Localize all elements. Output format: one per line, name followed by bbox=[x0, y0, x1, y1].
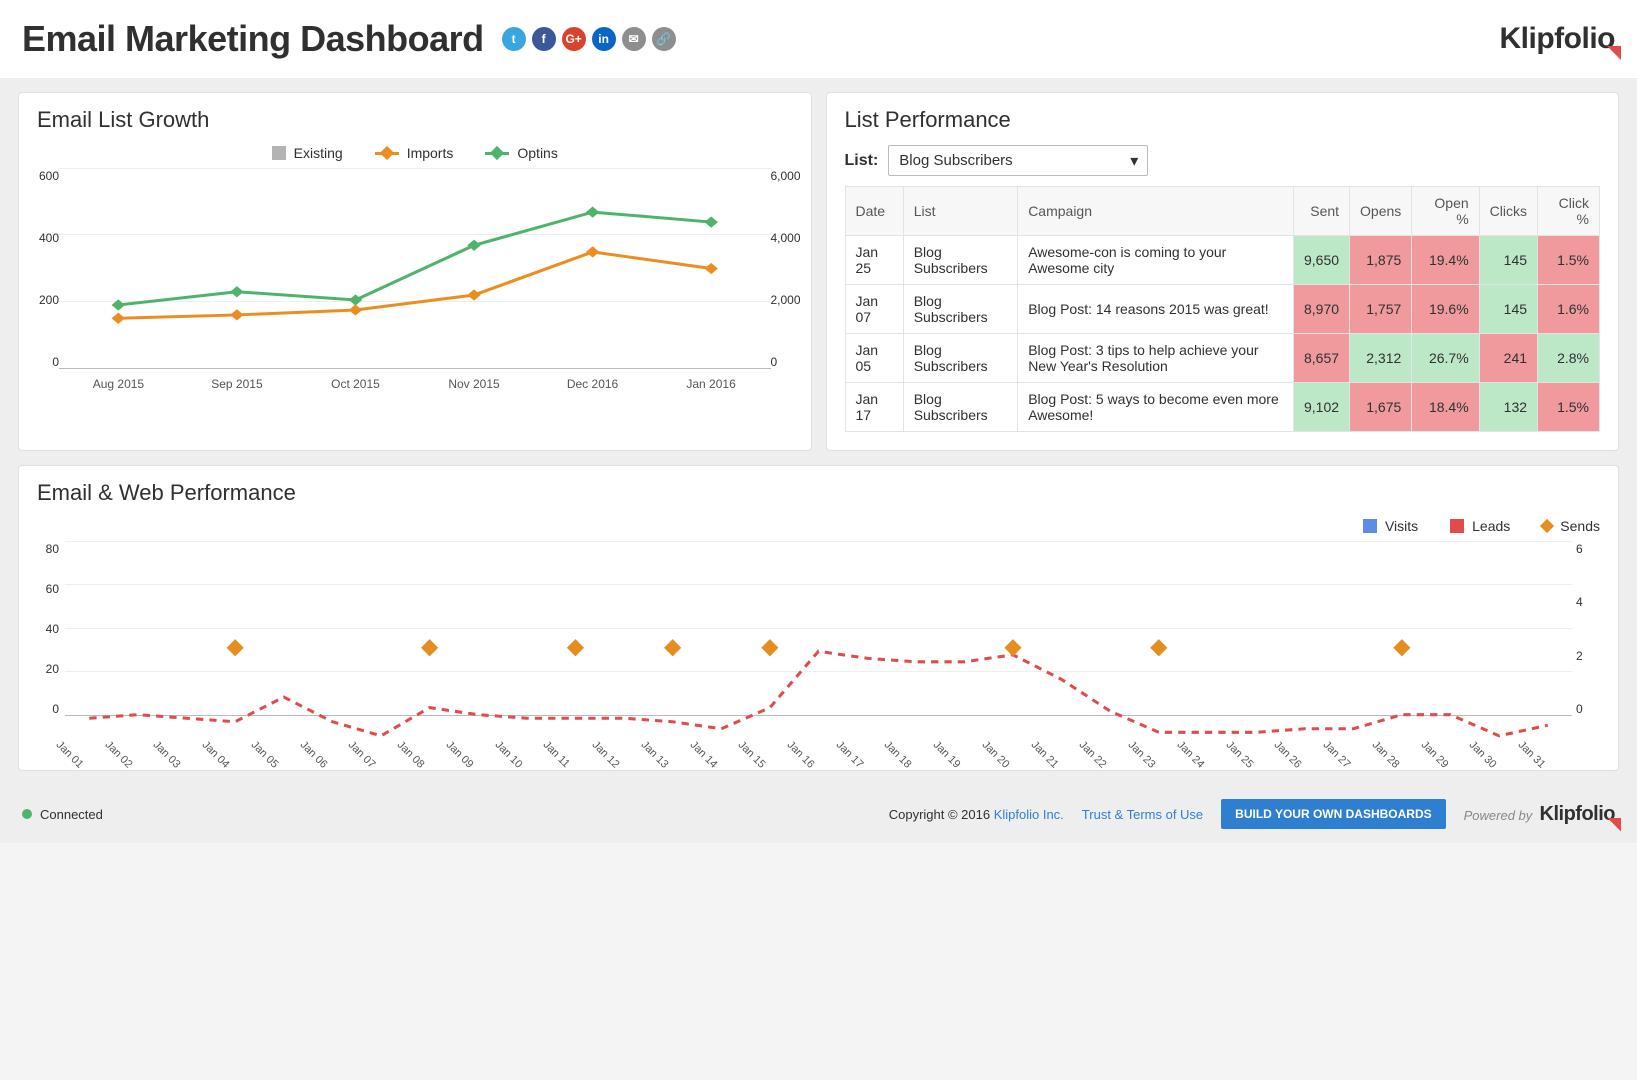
legend-item[interactable]: Sends bbox=[1542, 518, 1600, 534]
company-link[interactable]: Klipfolio Inc. bbox=[994, 807, 1064, 822]
status-text: Connected bbox=[40, 807, 103, 822]
legend-growth: Existing Imports Optins bbox=[37, 145, 793, 161]
copyright-text: Copyright © 2016 Klipfolio Inc. bbox=[889, 807, 1064, 822]
legend-item[interactable]: Leads bbox=[1450, 518, 1510, 534]
build-dashboards-button[interactable]: BUILD YOUR OWN DASHBOARDS bbox=[1221, 799, 1445, 829]
chart-email-web-performance: 806040200 6420 Jan 01Jan 02Jan 03Jan 04J… bbox=[65, 542, 1572, 752]
list-label: List: bbox=[845, 152, 879, 170]
list-performance-table: DateListCampaignSentOpensOpen %ClicksCli… bbox=[845, 186, 1601, 432]
footer: Connected Copyright © 2016 Klipfolio Inc… bbox=[0, 785, 1637, 843]
table-row: Jan 07Blog SubscribersBlog Post: 14 reas… bbox=[845, 285, 1600, 334]
status-dot-icon bbox=[22, 809, 32, 819]
legend-item[interactable]: Visits bbox=[1363, 518, 1418, 534]
col-sent[interactable]: Sent bbox=[1294, 187, 1350, 236]
panel-title: Email & Web Performance bbox=[37, 480, 1600, 506]
brand-logo: Klipfolio bbox=[1500, 22, 1615, 56]
gplus-icon[interactable]: G+ bbox=[562, 27, 586, 51]
linkedin-icon[interactable]: in bbox=[592, 27, 616, 51]
panel-email-web-performance: Email & Web Performance Visits Leads Sends… bbox=[18, 465, 1619, 771]
chart-email-list-growth: 6004002000 6,0004,0002,0000 Aug 2015Sep … bbox=[59, 169, 771, 389]
table-row: Jan 05Blog SubscribersBlog Post: 3 tips … bbox=[845, 334, 1600, 383]
email-icon[interactable]: ✉ bbox=[622, 27, 646, 51]
col-clicks[interactable]: Clicks bbox=[1479, 187, 1537, 236]
table-row: Jan 25Blog SubscribersAwesome-con is com… bbox=[845, 236, 1600, 285]
page-title: Email Marketing Dashboard bbox=[22, 18, 484, 60]
col-open-[interactable]: Open % bbox=[1412, 187, 1479, 236]
legend-item[interactable]: Imports bbox=[375, 145, 454, 161]
legend-webperf: Visits Leads Sends bbox=[37, 518, 1600, 534]
panel-list-performance: List Performance List: Blog Subscribers … bbox=[826, 92, 1620, 451]
legend-item[interactable]: Optins bbox=[485, 145, 557, 161]
panel-title: List Performance bbox=[845, 107, 1601, 133]
social-icons: tfG+in✉🔗 bbox=[502, 27, 676, 51]
list-select[interactable]: Blog Subscribers bbox=[888, 145, 1148, 176]
col-opens[interactable]: Opens bbox=[1350, 187, 1412, 236]
panel-email-list-growth: Email List Growth ExistingImportsOptins … bbox=[18, 92, 812, 451]
powered-by: Powered by Klipfolio bbox=[1464, 803, 1615, 826]
link-icon[interactable]: 🔗 bbox=[652, 27, 676, 51]
panel-title: Email List Growth bbox=[37, 107, 793, 133]
twitter-icon[interactable]: t bbox=[502, 27, 526, 51]
facebook-icon[interactable]: f bbox=[532, 27, 556, 51]
col-click-[interactable]: Click % bbox=[1538, 187, 1600, 236]
col-date[interactable]: Date bbox=[845, 187, 903, 236]
table-row: Jan 17Blog SubscribersBlog Post: 5 ways … bbox=[845, 383, 1600, 432]
terms-link[interactable]: Trust & Terms of Use bbox=[1082, 807, 1203, 822]
legend-item[interactable]: Existing bbox=[272, 145, 343, 161]
col-list[interactable]: List bbox=[903, 187, 1017, 236]
col-campaign[interactable]: Campaign bbox=[1018, 187, 1294, 236]
